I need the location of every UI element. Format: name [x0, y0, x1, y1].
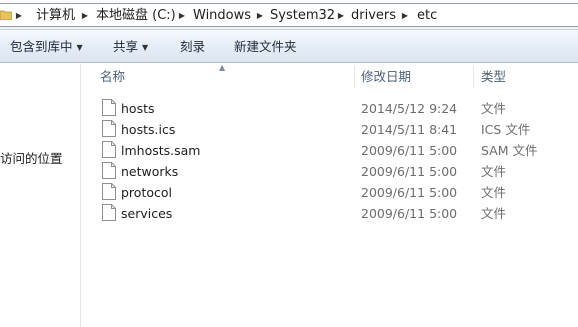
- chevron-right-icon[interactable]: ▶: [400, 8, 410, 24]
- document-icon: [102, 141, 116, 158]
- folder-icon: [0, 10, 12, 20]
- column-divider[interactable]: [354, 66, 355, 88]
- breadcrumb-computer[interactable]: 计算机: [36, 8, 75, 24]
- chevron-right-icon[interactable]: ▶: [177, 8, 187, 24]
- file-type: 文件: [481, 206, 507, 221]
- file-type: ICS 文件: [481, 122, 531, 137]
- chevron-right-icon[interactable]: ▶: [80, 8, 90, 24]
- include-in-library-button[interactable]: 包含到库中 ▼: [10, 38, 83, 56]
- file-modified: 2009/6/11 5:00: [361, 143, 458, 158]
- share-label: 共享: [113, 39, 139, 54]
- file-name: services: [121, 206, 173, 221]
- document-icon: [102, 183, 116, 200]
- file-row[interactable]: hosts.ics 2014/5/11 8:41 ICS 文件: [82, 119, 578, 140]
- column-header-name[interactable]: 名称: [100, 64, 125, 90]
- new-folder-button[interactable]: 新建文件夹: [234, 38, 297, 56]
- breadcrumb-etc[interactable]: etc: [417, 8, 437, 24]
- chevron-down-icon: ▼: [142, 43, 149, 52]
- chevron-down-icon: ▼: [76, 43, 83, 52]
- file-name: hosts.ics: [121, 122, 176, 137]
- file-type: 文件: [481, 185, 507, 200]
- file-type: 文件: [481, 101, 507, 116]
- address-box[interactable]: ▶ 计算机 ▶ 本地磁盘 (C:) ▶ Windows ▶ System32 ▶…: [0, 3, 578, 27]
- breadcrumb-local-disk[interactable]: 本地磁盘 (C:): [96, 8, 176, 24]
- document-icon: [102, 99, 116, 116]
- file-modified: 2014/5/11 8:41: [361, 122, 458, 137]
- new-folder-label: 新建文件夹: [234, 39, 297, 54]
- file-type: SAM 文件: [481, 143, 538, 158]
- column-divider[interactable]: [473, 66, 474, 88]
- file-name: lmhosts.sam: [121, 143, 201, 158]
- column-header-type[interactable]: 类型: [481, 64, 506, 90]
- file-modified: 2009/6/11 5:00: [361, 164, 458, 179]
- include-in-library-label: 包含到库中: [10, 39, 73, 54]
- address-bar[interactable]: ▶ 计算机 ▶ 本地磁盘 (C:) ▶ Windows ▶ System32 ▶…: [0, 0, 578, 30]
- file-row[interactable]: lmhosts.sam 2009/6/11 5:00 SAM 文件: [82, 140, 578, 161]
- navigation-pane[interactable]: 访问的位置: [0, 64, 81, 327]
- file-name: protocol: [121, 185, 172, 200]
- file-row[interactable]: services 2009/6/11 5:00 文件: [82, 203, 578, 224]
- document-icon: [102, 162, 116, 179]
- chevron-right-icon[interactable]: ▶: [14, 8, 24, 24]
- file-modified: 2014/5/12 9:24: [361, 101, 458, 116]
- column-header-modified[interactable]: 修改日期: [361, 64, 411, 90]
- file-row[interactable]: networks 2009/6/11 5:00 文件: [82, 161, 578, 182]
- file-modified: 2009/6/11 5:00: [361, 185, 458, 200]
- file-list[interactable]: ▲ 名称 修改日期 类型 hosts 2014/5/12 9:24 文件 hos…: [82, 63, 578, 327]
- chevron-right-icon[interactable]: ▶: [255, 8, 265, 24]
- file-row[interactable]: protocol 2009/6/11 5:00 文件: [82, 182, 578, 203]
- file-name: networks: [121, 164, 179, 179]
- file-name: hosts: [121, 101, 155, 116]
- document-icon: [102, 120, 116, 137]
- file-row[interactable]: hosts 2014/5/12 9:24 文件: [82, 98, 578, 119]
- breadcrumb-drivers[interactable]: drivers: [351, 8, 396, 24]
- file-type: 文件: [481, 164, 507, 179]
- file-modified: 2009/6/11 5:00: [361, 206, 458, 221]
- sort-ascending-icon: ▲: [219, 63, 226, 72]
- document-icon: [102, 204, 116, 221]
- breadcrumb-windows[interactable]: Windows: [193, 8, 251, 24]
- share-button[interactable]: 共享 ▼: [113, 38, 148, 56]
- burn-button[interactable]: 刻录: [180, 38, 205, 56]
- breadcrumb-system32[interactable]: System32: [270, 8, 335, 24]
- command-bar: 包含到库中 ▼ 共享 ▼ 刻录 新建文件夹: [0, 30, 578, 63]
- chevron-right-icon[interactable]: ▶: [336, 8, 346, 24]
- burn-label: 刻录: [180, 39, 206, 54]
- nav-item-recent-places[interactable]: 访问的位置: [0, 148, 63, 167]
